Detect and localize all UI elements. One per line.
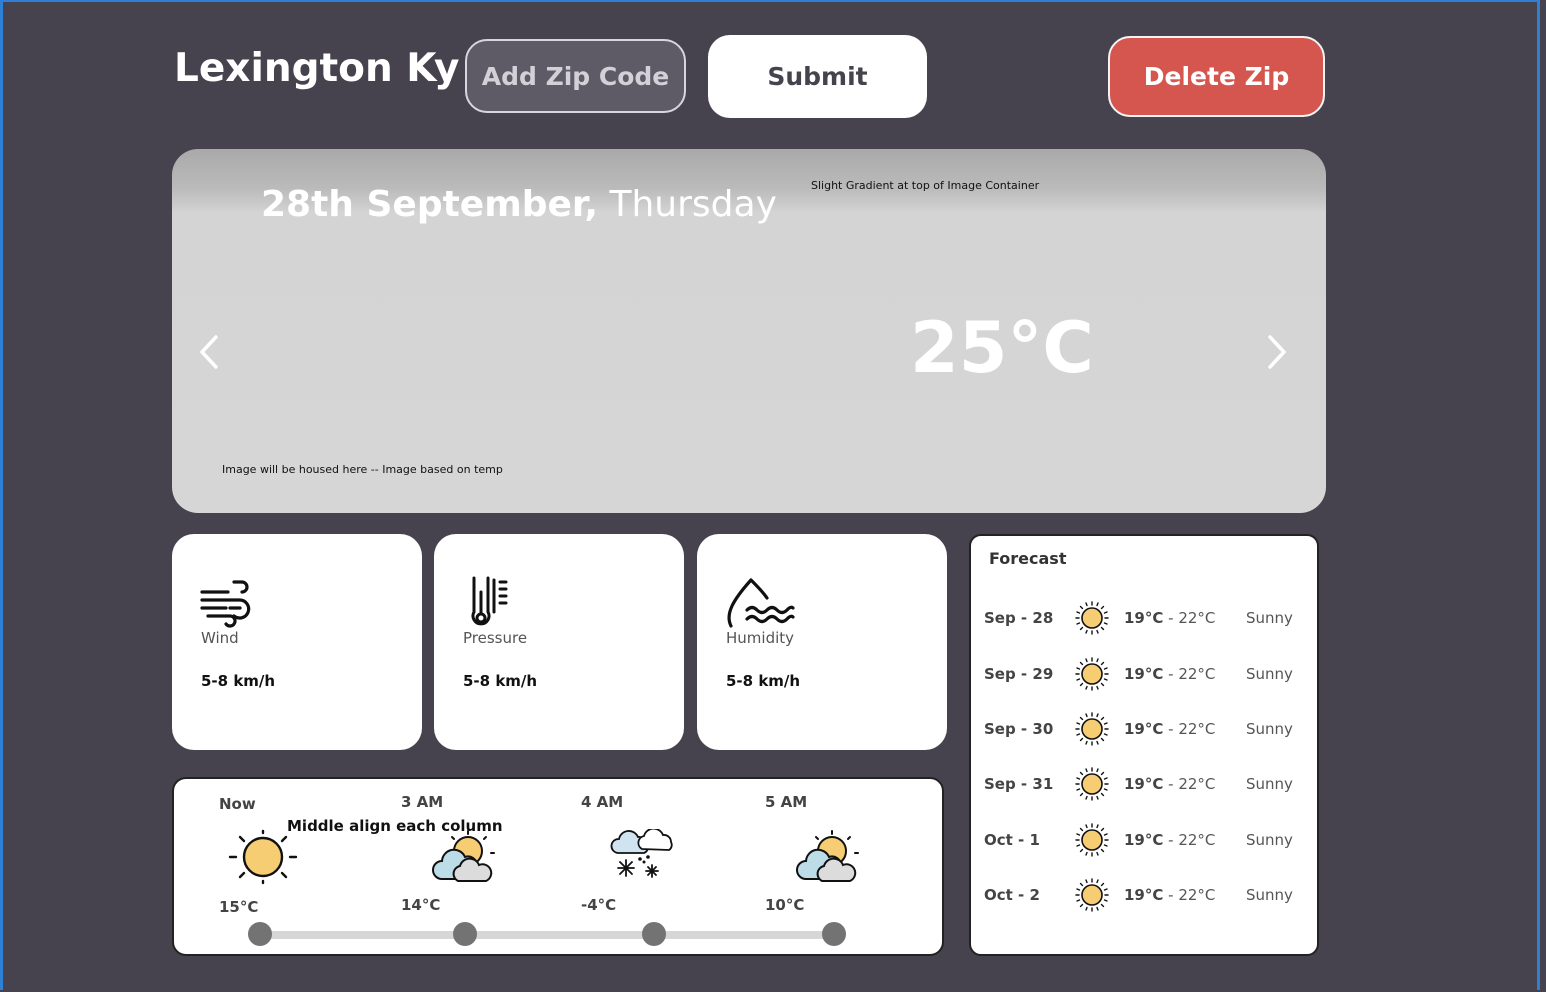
forecast-low: 19°C — [1124, 831, 1164, 849]
forecast-high: - 22°C — [1163, 609, 1216, 627]
forecast-desc: Sunny — [1246, 886, 1293, 904]
humidity-card: Humidity 5-8 km/h — [697, 534, 947, 750]
timeline-dot[interactable] — [642, 922, 666, 946]
forecast-date: Sep - 28 — [984, 609, 1054, 627]
gradient-note: Slight Gradient at top of Image Containe… — [811, 179, 1040, 192]
image-note: Image will be housed here -- Image based… — [222, 463, 503, 476]
forecast-desc: Sunny — [1246, 665, 1293, 683]
forecast-date: Oct - 2 — [984, 886, 1040, 904]
forecast-low: 19°C — [1124, 609, 1164, 627]
forecast-row: Oct - 2 19°C - 22°C Sunny — [971, 878, 1317, 912]
hourly-temp: 10°C — [765, 896, 805, 914]
forecast-low: 19°C — [1124, 886, 1164, 904]
hourly-time: 5 AM — [765, 793, 808, 811]
chevron-right-icon[interactable] — [1262, 331, 1292, 373]
forecast-range: 19°C - 22°C — [1124, 831, 1215, 849]
humidity-icon — [727, 578, 795, 628]
forecast-range: 19°C - 22°C — [1124, 775, 1215, 793]
forecast-date: Oct - 1 — [984, 831, 1040, 849]
forecast-low: 19°C — [1124, 775, 1164, 793]
timeline-dot[interactable] — [248, 922, 272, 946]
stat-value: 5-8 km/h — [463, 672, 538, 690]
hourly-temp: -4°C — [581, 896, 617, 914]
forecast-row: Sep - 29 19°C - 22°C Sunny — [971, 657, 1317, 691]
forecast-date: Sep - 29 — [984, 665, 1054, 683]
hourly-time: 4 AM — [581, 793, 624, 811]
forecast-low: 19°C — [1124, 720, 1164, 738]
hero-weekday: Thursday — [598, 184, 777, 225]
sun-icon — [1075, 878, 1109, 912]
forecast-range: 19°C - 22°C — [1124, 886, 1215, 904]
hourly-temp: 15°C — [219, 898, 259, 916]
stat-label: Pressure — [463, 629, 528, 647]
wind-card: Wind 5-8 km/h — [172, 534, 422, 750]
hero-date-bold: 28th September, — [261, 184, 599, 225]
timeline-dot[interactable] — [822, 922, 846, 946]
hourly-time: Now — [219, 795, 256, 813]
forecast-high: - 22°C — [1163, 775, 1216, 793]
partly-cloudy-icon — [796, 830, 859, 882]
forecast-high: - 22°C — [1163, 831, 1216, 849]
forecast-range: 19°C - 22°C — [1124, 665, 1215, 683]
sun-icon — [1075, 823, 1109, 857]
forecast-row: Sep - 30 19°C - 22°C Sunny — [971, 712, 1317, 746]
thermometer-icon — [471, 576, 508, 626]
forecast-row: Sep - 31 19°C - 22°C Sunny — [971, 767, 1317, 801]
sun-icon — [1075, 712, 1109, 746]
forecast-high: - 22°C — [1163, 886, 1216, 904]
delete-zip-button[interactable]: Delete Zip — [1108, 36, 1325, 117]
stat-value: 5-8 km/h — [201, 672, 276, 690]
forecast-desc: Sunny — [1246, 831, 1293, 849]
stat-value: 5-8 km/h — [726, 672, 801, 690]
forecast-high: - 22°C — [1163, 665, 1216, 683]
forecast-row: Sep - 28 19°C - 22°C Sunny — [971, 601, 1317, 635]
wind-icon — [200, 580, 251, 628]
sun-icon — [1075, 767, 1109, 801]
forecast-date: Sep - 30 — [984, 720, 1054, 738]
sun-icon — [1075, 657, 1109, 691]
forecast-date: Sep - 31 — [984, 775, 1054, 793]
hero-date: 28th September, Thursday — [261, 184, 777, 225]
stat-label: Wind — [201, 629, 239, 647]
timeline-dot[interactable] — [453, 922, 477, 946]
current-temperature: 25°C — [910, 307, 1094, 389]
pressure-card: Pressure 5-8 km/h — [434, 534, 684, 750]
hourly-temp: 14°C — [401, 896, 441, 914]
forecast-range: 19°C - 22°C — [1124, 609, 1215, 627]
forecast-panel: Forecast Sep - 28 19°C - 22°C Sunny Sep - 2… — [969, 534, 1319, 956]
hourly-time: 3 AM — [401, 793, 444, 811]
timeline-track — [260, 931, 834, 939]
sun-icon — [228, 829, 298, 885]
partly-cloudy-icon — [432, 830, 495, 882]
snow-cloud-icon — [610, 829, 673, 878]
add-zip-code-button[interactable]: Add Zip Code — [465, 39, 686, 113]
forecast-desc: Sunny — [1246, 720, 1293, 738]
forecast-row: Oct - 1 19°C - 22°C Sunny — [971, 823, 1317, 857]
forecast-desc: Sunny — [1246, 609, 1293, 627]
forecast-high: - 22°C — [1163, 720, 1216, 738]
forecast-range: 19°C - 22°C — [1124, 720, 1215, 738]
sun-icon — [1075, 601, 1109, 635]
stat-label: Humidity — [726, 629, 795, 647]
hourly-forecast: Now 3 AM 4 AM 5 AM Middle align each col… — [172, 777, 944, 956]
hero-image-container: 28th September, Thursday Slight Gradient… — [172, 149, 1326, 513]
chevron-left-icon[interactable] — [194, 331, 224, 373]
forecast-low: 19°C — [1124, 665, 1164, 683]
city-title: Lexington Ky — [174, 46, 460, 91]
forecast-title: Forecast — [989, 549, 1067, 568]
forecast-desc: Sunny — [1246, 775, 1293, 793]
submit-button[interactable]: Submit — [708, 35, 927, 118]
